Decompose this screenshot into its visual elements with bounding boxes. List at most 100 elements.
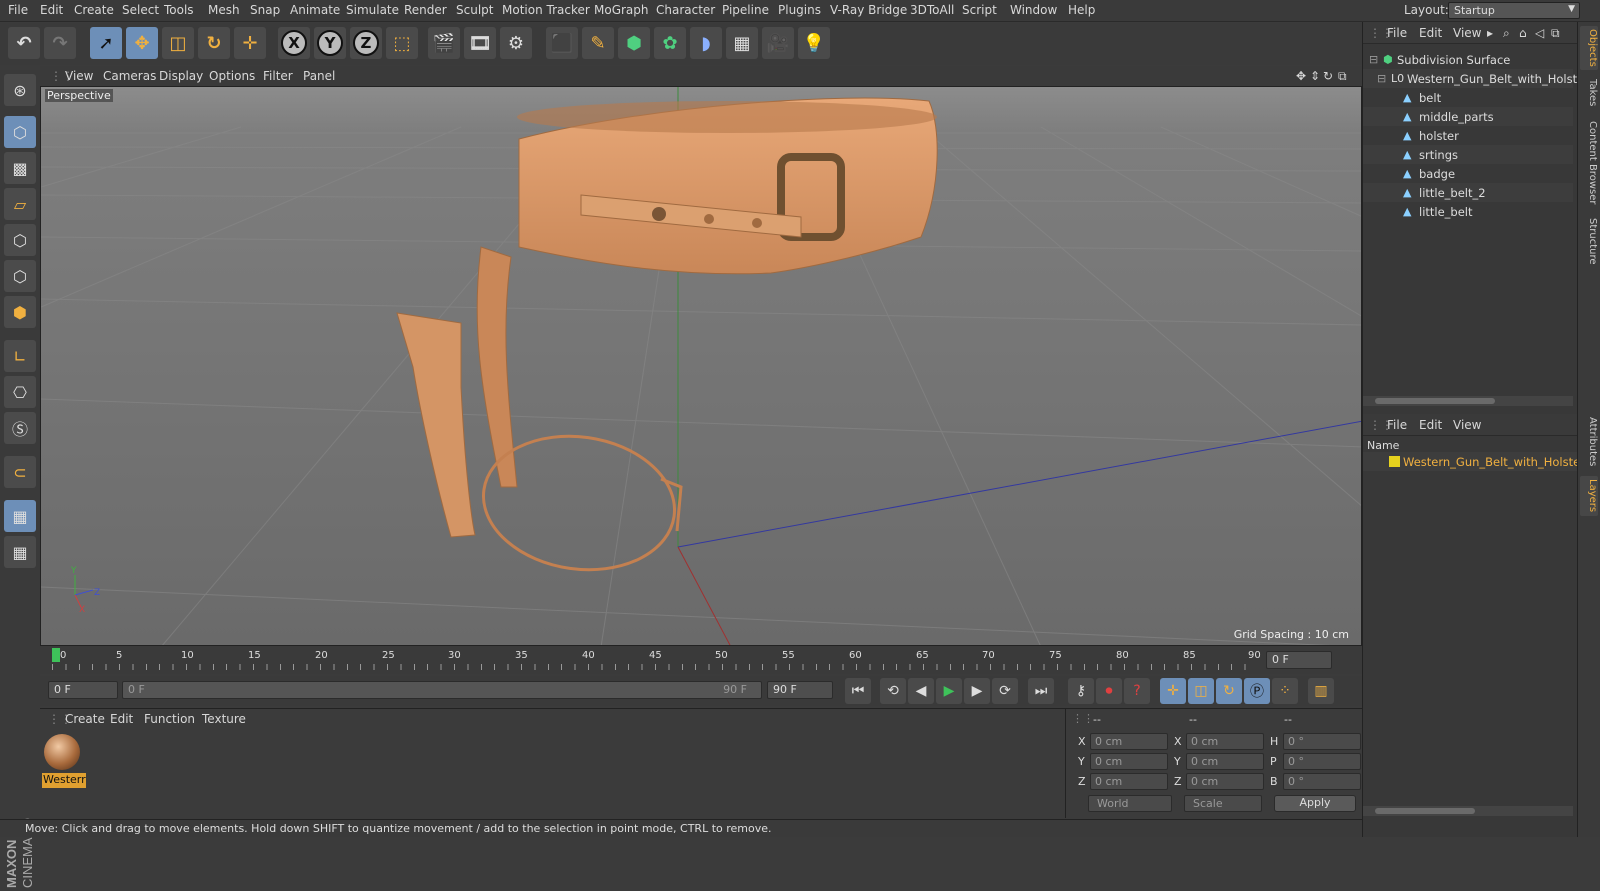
z-axis-lock-button[interactable]: Z	[350, 27, 382, 59]
workplane-mode-button[interactable]: ▱	[4, 188, 36, 220]
scrollbar-thumb[interactable]	[1375, 808, 1475, 814]
viewport-menu-display[interactable]: Display	[159, 69, 203, 83]
x-axis-lock-button[interactable]: X	[278, 27, 310, 59]
menu-edit[interactable]: Edit	[40, 3, 63, 17]
live-selection-button[interactable]: ➚	[90, 27, 122, 59]
add-subdivision-button[interactable]: ⬢	[618, 27, 650, 59]
record-keys-button[interactable]: ⚷	[1068, 678, 1094, 704]
next-key-button[interactable]: ⟳	[992, 678, 1018, 704]
rotation-b-field[interactable]: 0 °	[1283, 773, 1361, 790]
undo-button[interactable]: ↶	[8, 27, 40, 59]
size-x-field[interactable]: 0 cm	[1186, 733, 1264, 750]
snap-button[interactable]: ⊂	[4, 456, 36, 488]
rotation-p-field[interactable]: 0 °	[1283, 753, 1361, 770]
layer-row[interactable]: Western_Gun_Belt_with_Holster	[1363, 452, 1585, 471]
key-position-button[interactable]: ✛	[1160, 678, 1186, 704]
menu-mesh[interactable]: Mesh	[208, 3, 240, 17]
layer-menu-file[interactable]: File	[1387, 418, 1407, 432]
material-menu-function[interactable]: Function	[144, 712, 195, 726]
key-parameter-button[interactable]: Ⓟ	[1244, 678, 1270, 704]
playhead[interactable]	[52, 648, 60, 662]
object-row[interactable]: ▲ little_belt	[1363, 202, 1573, 221]
material-menu-create[interactable]: Create	[65, 712, 105, 726]
frame-range-slider[interactable]: 0 F 90 F	[122, 681, 762, 699]
tab-attributes[interactable]: Attributes	[1580, 414, 1598, 470]
add-light-button[interactable]: 💡	[798, 27, 830, 59]
record-button[interactable]: ⏺	[1096, 678, 1122, 704]
add-cube-button[interactable]: ⬛	[546, 27, 578, 59]
object-menu-edit[interactable]: Edit	[1419, 26, 1442, 40]
next-frame-button[interactable]: ▶	[964, 678, 990, 704]
timeline-settings-button[interactable]: ▥	[1308, 678, 1334, 704]
menu-motion-tracker[interactable]: Motion Tracker	[502, 3, 590, 17]
zoom-icon[interactable]: ⇕	[1310, 69, 1320, 83]
size-mode-dropdown[interactable]: Scale	[1184, 795, 1262, 812]
menu-mograph[interactable]: MoGraph	[594, 3, 649, 17]
viewport-menu-filter[interactable]: Filter	[263, 69, 293, 83]
autokey-button[interactable]: ?	[1124, 678, 1150, 704]
add-spline-button[interactable]: ✎	[582, 27, 614, 59]
rotate-tool-button[interactable]: ↻	[198, 27, 230, 59]
axis-mode-button[interactable]: ∟	[4, 340, 36, 372]
start-frame-field[interactable]: 0 F	[48, 681, 118, 699]
solo-button[interactable]: Ⓢ	[4, 412, 36, 444]
menu-render[interactable]: Render	[404, 3, 447, 17]
menu-help[interactable]: Help	[1068, 3, 1095, 17]
previous-key-button[interactable]: ⟲	[880, 678, 906, 704]
previous-frame-button[interactable]: ◀	[908, 678, 934, 704]
object-row[interactable]: ⊟ L0 Western_Gun_Belt_with_Holster	[1363, 69, 1589, 88]
polygons-mode-button[interactable]: ⬢	[4, 296, 36, 328]
menu-plugins[interactable]: Plugins	[778, 3, 821, 17]
scrollbar-thumb[interactable]	[1375, 398, 1495, 404]
viewport-menu-options[interactable]: Options	[209, 69, 255, 83]
render-picture-viewer-button[interactable]: 🎞	[464, 27, 496, 59]
layer-menu-edit[interactable]: Edit	[1419, 418, 1442, 432]
scale-tool-button[interactable]: ◫	[162, 27, 194, 59]
y-axis-lock-button[interactable]: Y	[314, 27, 346, 59]
viewport-menu-cameras[interactable]: Cameras	[103, 69, 156, 83]
object-scrollbar[interactable]	[1363, 396, 1573, 406]
menu-pipeline[interactable]: Pipeline	[722, 3, 769, 17]
back-icon[interactable]: ◁	[1535, 26, 1544, 40]
menu-snap[interactable]: Snap	[250, 3, 280, 17]
object-row[interactable]: ▲ holster	[1363, 126, 1573, 145]
render-settings-button[interactable]: ⚙	[500, 27, 532, 59]
material-menu-texture[interactable]: Texture	[202, 712, 246, 726]
rotation-h-field[interactable]: 0 °	[1283, 733, 1361, 750]
object-row[interactable]: ▲ middle_parts	[1363, 107, 1573, 126]
object-row[interactable]: ▲ little_belt_2	[1363, 183, 1573, 202]
menu-script[interactable]: Script	[962, 3, 997, 17]
current-frame-field[interactable]: 0 F	[1266, 651, 1332, 669]
menu-character[interactable]: Character	[656, 3, 715, 17]
layer-menu-view[interactable]: View	[1453, 418, 1481, 432]
menu-vray-bridge[interactable]: V-Ray Bridge	[830, 3, 907, 17]
menu-create[interactable]: Create	[74, 3, 114, 17]
workplane-align-button[interactable]: ▦	[4, 536, 36, 568]
coord-system-dropdown[interactable]: World	[1088, 795, 1172, 812]
layer-scrollbar[interactable]	[1363, 806, 1573, 816]
position-y-field[interactable]: 0 cm	[1090, 753, 1168, 770]
layout-select[interactable]: Startup ▼	[1448, 2, 1580, 19]
play-button[interactable]: ▶	[936, 678, 962, 704]
add-floor-button[interactable]: ▦	[726, 27, 758, 59]
move-tool-button[interactable]: ✥	[126, 27, 158, 59]
key-rotation-button[interactable]: ↻	[1216, 678, 1242, 704]
search-icon[interactable]: ⌕	[1503, 26, 1510, 41]
tweak-mode-button[interactable]: ⎔	[4, 376, 36, 408]
pan-icon[interactable]: ✥	[1296, 69, 1306, 83]
coordinate-system-button[interactable]: ⬚	[386, 27, 418, 59]
model-mode-button[interactable]: ⬡	[4, 116, 36, 148]
go-to-end-button[interactable]: ⏭	[1028, 678, 1054, 704]
menu-window[interactable]: Window	[1010, 3, 1057, 17]
end-frame-field[interactable]: 90 F	[767, 681, 833, 699]
tab-structure[interactable]: Structure	[1580, 214, 1598, 268]
tab-content-browser[interactable]: Content Browser	[1580, 118, 1598, 208]
menu-file[interactable]: File	[8, 3, 28, 17]
maximize-view-icon[interactable]: ⧉	[1338, 69, 1347, 84]
redo-button[interactable]: ↷	[44, 27, 76, 59]
camera-label[interactable]: Perspective	[45, 89, 113, 102]
object-row[interactable]: ⊟ ⬢ Subdivision Surface	[1363, 50, 1573, 69]
object-menu-view[interactable]: View	[1453, 26, 1481, 40]
add-camera-button[interactable]: 🎥	[762, 27, 794, 59]
home-icon[interactable]: ⌂	[1519, 26, 1527, 40]
